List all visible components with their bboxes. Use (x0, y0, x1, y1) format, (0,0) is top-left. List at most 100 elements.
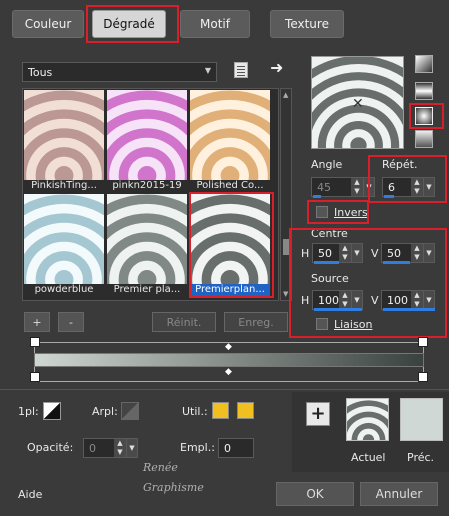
previous-preview (400, 398, 443, 441)
add-button[interactable]: + (24, 312, 50, 332)
chevron-down-icon: ▼ (424, 244, 434, 262)
center-v-stepper-icon[interactable]: ▲ ▼ (411, 244, 423, 262)
radial-gradient-button[interactable] (415, 107, 433, 125)
user-color-swatch-1[interactable] (212, 402, 229, 419)
filter-dropdown[interactable]: Tous ▼ (22, 62, 217, 82)
save-button[interactable]: Enreg. (224, 312, 288, 332)
reset-button[interactable]: Réinit. (152, 312, 216, 332)
repeat-value: 6 (388, 181, 395, 194)
repeat-dropdown[interactable]: ▼ (423, 177, 435, 197)
tab-texture[interactable]: Texture (270, 10, 344, 38)
center-h-input[interactable]: 50 ▲ ▼ (312, 243, 352, 263)
chevron-down-icon: ▼ (352, 291, 362, 309)
gradient-list-scrollbar[interactable]: ▲ ▼ (280, 88, 292, 301)
chevron-down-icon: ▼ (424, 291, 434, 309)
color-stop-left[interactable] (30, 372, 40, 382)
opacity-value: 0 (89, 442, 96, 455)
rectangular-gradient-button[interactable] (415, 82, 433, 100)
source-h-stepper-icon[interactable]: ▲ ▼ (339, 291, 351, 309)
invert-checkbox[interactable] (316, 206, 328, 218)
watermark-line-2: Graphisme (143, 481, 204, 494)
chevron-down-icon: ▼ (424, 178, 434, 196)
center-h-dropdown[interactable]: ▼ (351, 243, 363, 263)
opacity-stop-left[interactable] (30, 337, 40, 347)
center-h-slider[interactable] (314, 261, 339, 264)
center-label: Centre (311, 227, 348, 240)
repeat-label: Répét. (382, 158, 418, 171)
location-input[interactable]: 0 (218, 438, 254, 458)
angle-dropdown[interactable]: ▼ (363, 177, 375, 197)
sunburst-gradient-button[interactable] (415, 130, 433, 148)
background-plan-swatch[interactable] (121, 402, 139, 420)
link-label: Liaison (334, 318, 373, 331)
gradient-thumbnail[interactable]: Polished Co... (190, 90, 270, 195)
gradient-thumbnail[interactable]: Premier pla... (107, 194, 187, 299)
filter-value: Tous (28, 65, 53, 79)
ok-button[interactable]: OK (276, 482, 354, 506)
gradient-thumbnail-label: PinkishTing... (31, 180, 97, 191)
gradient-thumbnail[interactable]: pinkn2015-19 (107, 90, 187, 195)
center-cross-icon: ✕ (352, 96, 364, 112)
plus-icon[interactable]: + (306, 402, 330, 426)
source-v-dropdown[interactable]: ▼ (423, 290, 435, 310)
invert-label: Invers (334, 206, 368, 219)
cancel-button[interactable]: Annuler (360, 482, 438, 506)
gradient-thumbnail-image (107, 90, 187, 180)
gradient-menu-icon[interactable] (234, 62, 248, 78)
gradient-thumbnail[interactable]: PinkishTing... (24, 90, 104, 195)
center-v-input[interactable]: 50 ▲ ▼ (381, 243, 424, 263)
first-plan-label: 1pl: (18, 405, 39, 418)
gradient-thumbnail-label: Premierplan... (190, 284, 270, 298)
linear-gradient-button[interactable] (415, 55, 433, 73)
center-h-stepper-icon[interactable]: ▲ ▼ (339, 244, 351, 262)
current-label: Actuel (351, 451, 386, 464)
gradient-thumbnail-label: pinkn2015-19 (112, 180, 182, 191)
color-stop-right[interactable] (418, 372, 428, 382)
tab-motif[interactable]: Motif (180, 10, 250, 38)
center-v-slider[interactable] (383, 261, 410, 264)
watermark-line-1: Renée (143, 461, 178, 474)
angle-value: 45 (317, 181, 331, 194)
opacity-dropdown[interactable]: ▼ (126, 438, 138, 458)
remove-button[interactable]: - (58, 312, 84, 332)
source-h-input[interactable]: 100 ▲ ▼ (312, 290, 352, 310)
gradient-preview[interactable]: ✕ (311, 56, 404, 149)
source-h-slider[interactable] (314, 308, 362, 311)
center-h-label: H (301, 247, 310, 260)
source-h-dropdown[interactable]: ▼ (351, 290, 363, 310)
user-color-swatch-2[interactable] (237, 402, 254, 419)
watermark: Renée Graphisme (143, 458, 204, 498)
source-v-label: V (371, 294, 379, 307)
tab-couleur[interactable]: Couleur (12, 10, 84, 38)
chevron-down-icon: ▼ (352, 244, 362, 262)
arrow-right-icon[interactable]: ➜ (270, 58, 283, 77)
source-v-slider[interactable] (383, 308, 435, 311)
help-link[interactable]: Aide (18, 488, 42, 501)
angle-input[interactable]: 45 ▲ ▼ (311, 177, 364, 197)
gradient-thumbnail-label: Premier pla... (113, 284, 181, 295)
gradient-thumbnail[interactable]: Premierplan... (190, 194, 270, 299)
tab-degrade[interactable]: Dégradé (92, 10, 166, 38)
repeat-slider[interactable] (384, 195, 394, 198)
chevron-down-icon: ▼ (127, 439, 137, 457)
source-v-input[interactable]: 100 ▲ ▼ (381, 290, 424, 310)
angle-stepper-icon[interactable]: ▲ ▼ (351, 178, 363, 196)
angle-slider[interactable] (313, 195, 321, 198)
opacity-stop-right[interactable] (418, 337, 428, 347)
background-plan-label: Arpl: (92, 405, 118, 418)
link-checkbox[interactable] (316, 318, 328, 330)
opacity-midpoint[interactable]: ◆ (225, 342, 232, 352)
opacity-stepper-icon[interactable]: ▲ ▼ (114, 439, 126, 457)
opacity-label: Opacité: (27, 441, 74, 454)
opacity-input[interactable]: 0 ▲ ▼ (83, 438, 127, 458)
source-v-stepper-icon[interactable]: ▲ ▼ (411, 291, 423, 309)
chevron-down-icon: ▼ (204, 66, 211, 75)
gradient-bar[interactable] (34, 353, 424, 367)
center-v-dropdown[interactable]: ▼ (423, 243, 435, 263)
location-value: 0 (224, 442, 231, 455)
repeat-input[interactable]: 6 ▲ ▼ (382, 177, 424, 197)
color-midpoint[interactable]: ◆ (225, 367, 232, 377)
first-plan-swatch[interactable] (43, 402, 61, 420)
gradient-thumbnail[interactable]: powderblue (24, 194, 104, 299)
repeat-stepper-icon[interactable]: ▲ ▼ (411, 178, 423, 196)
